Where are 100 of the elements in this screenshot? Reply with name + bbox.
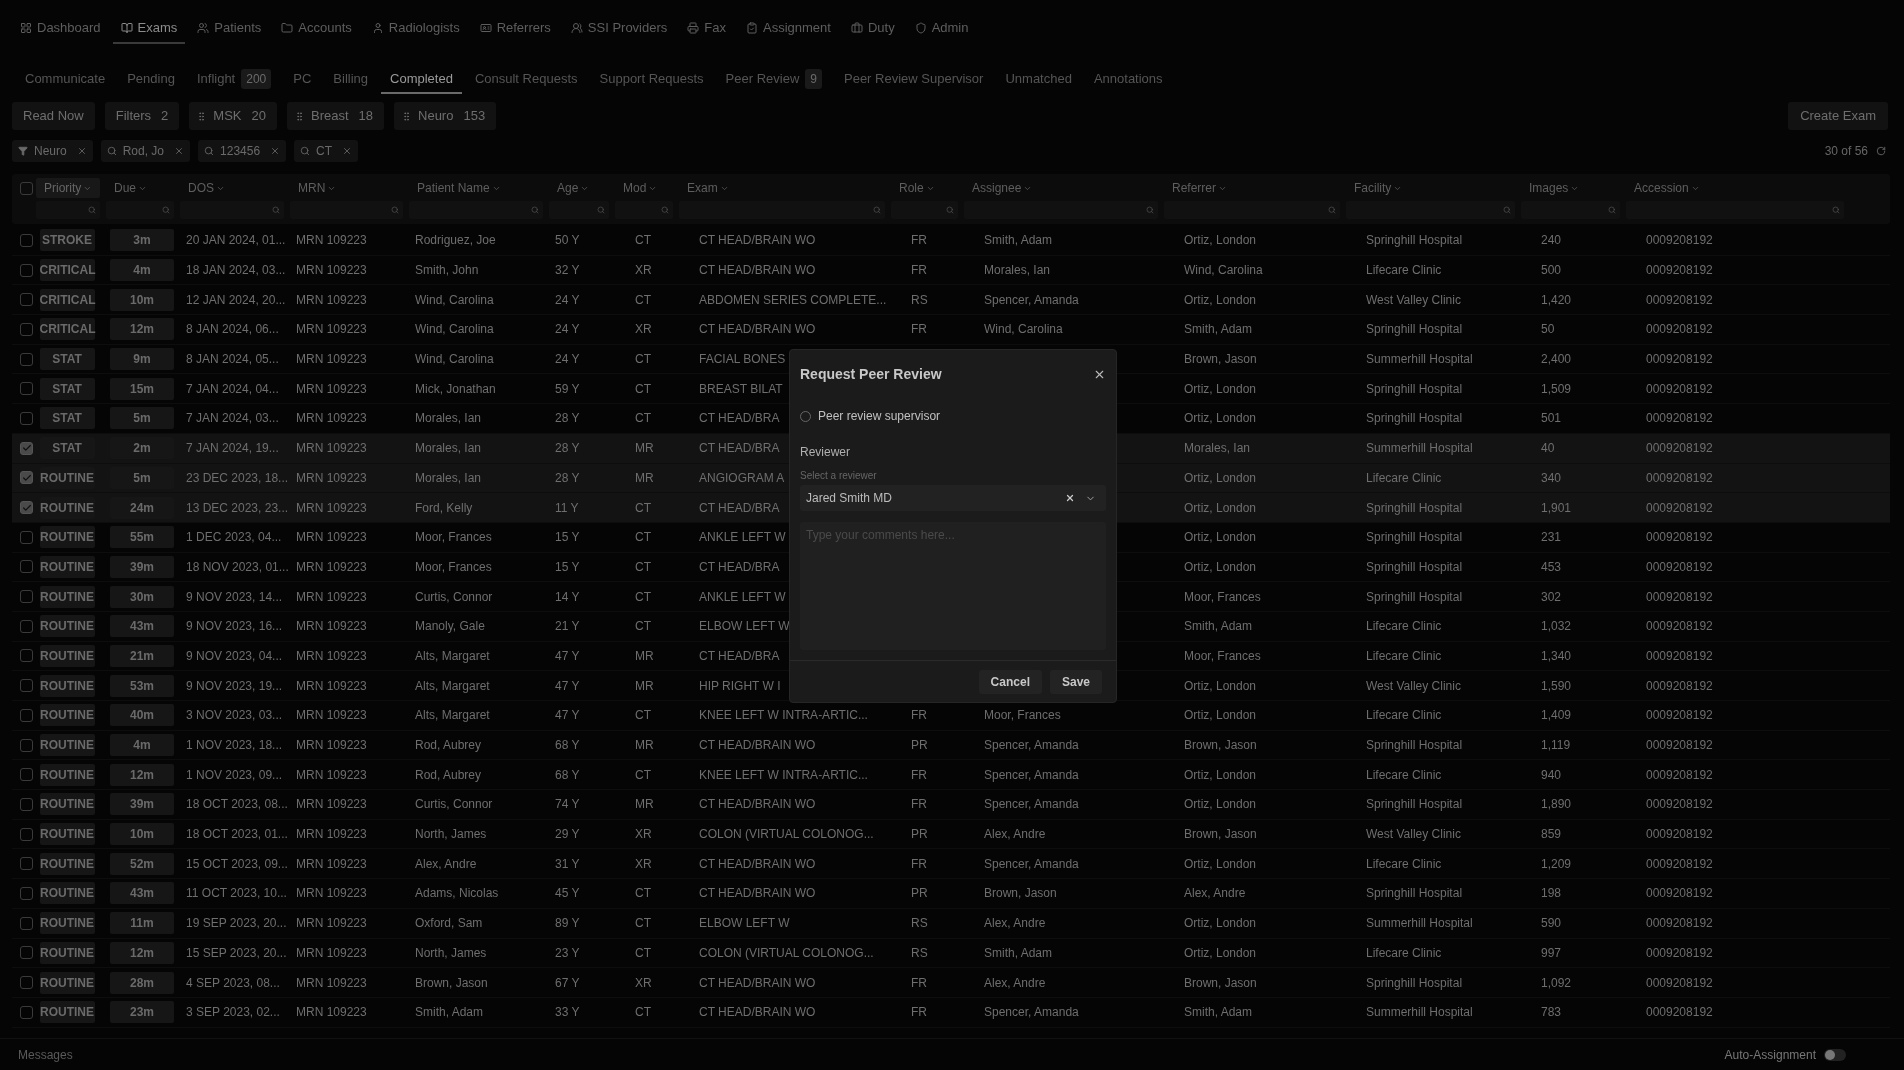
priority-badge: ROUTINE [39, 912, 95, 935]
table-cell: Summerhill Hospital [1366, 441, 1473, 456]
due-badge: 4m [110, 734, 174, 757]
table-cell: 24 Y [555, 352, 580, 367]
table-cell: CT [635, 559, 651, 574]
due-badge: 12m [110, 941, 174, 964]
table-cell: MR [635, 678, 654, 693]
table-cell: XR [635, 856, 652, 871]
table-cell: 0009208192 [1646, 916, 1713, 931]
priority-badge: STROKE [39, 229, 95, 252]
due-badge: 10m [110, 288, 174, 311]
table-cell: Springhill Hospital [1366, 381, 1463, 396]
filter-count: 153 [463, 107, 486, 126]
table-cell: MR [635, 738, 654, 753]
table-cell: Smith, John [415, 263, 479, 278]
table-cell: 0009208192 [1646, 559, 1713, 574]
due-badge: 12m [110, 763, 174, 786]
table-cell: Moor, Frances [1184, 589, 1261, 604]
table-cell: FR [911, 975, 927, 990]
table-cell: Smith, Adam [984, 945, 1053, 960]
table-cell: FR [911, 767, 927, 782]
table-cell: MRN 109223 [296, 648, 367, 663]
table-cell: Spencer, Amanda [984, 292, 1079, 307]
table-cell: BREAST BILAT [699, 381, 783, 396]
result-count: 30 of 56 [1824, 143, 1868, 160]
table-cell: 18 OCT 2023, 08... [186, 797, 288, 812]
table-cell: FR [911, 797, 927, 812]
table-cell: Springhill Hospital [1366, 738, 1463, 753]
table-cell: North, James [415, 827, 487, 842]
table-cell: 0009208192 [1646, 352, 1713, 367]
table-cell: 0009208192 [1646, 500, 1713, 515]
table-cell: North, James [415, 945, 487, 960]
priority-badge: ROUTINE [39, 526, 95, 549]
table-cell: MRN 109223 [296, 470, 367, 485]
table-cell: Morales, Ian [415, 411, 482, 426]
table-cell: CT HEAD/BRAIN WO [699, 738, 816, 753]
table-cell: 31 Y [555, 856, 580, 871]
table-cell: 47 Y [555, 708, 580, 723]
field-label: Select a reviewer [800, 469, 878, 483]
table-cell: Morales, Ian [415, 470, 482, 485]
table-cell: Smith, Adam [1184, 322, 1253, 337]
table-cell: CT HEAD/BRA [699, 411, 780, 426]
table-cell: MRN 109223 [296, 411, 367, 426]
priority-badge: STAT [39, 407, 95, 430]
due-badge: 10m [110, 823, 174, 846]
table-cell: FR [911, 856, 927, 871]
table-cell: 501 [1541, 411, 1562, 426]
table-cell: 1 NOV 2023, 09... [186, 767, 283, 782]
table-cell: Alts, Margaret [415, 678, 490, 693]
table-cell: 89 Y [555, 916, 580, 931]
filter-count: 2 [161, 107, 169, 126]
table-cell: 1,032 [1541, 619, 1572, 634]
priority-badge: STAT [39, 377, 95, 400]
table-cell: 590 [1541, 916, 1562, 931]
table-cell: 0009208192 [1646, 945, 1713, 960]
table-cell: Lifecare Clinic [1366, 708, 1442, 723]
section-title: Reviewer [800, 444, 851, 461]
due-badge: 53m [110, 674, 174, 697]
table-cell: Smith, Adam [984, 233, 1053, 248]
table-cell: Brown, Jason [415, 975, 488, 990]
filter-label: Breast [310, 107, 349, 126]
table-cell: 1,420 [1541, 292, 1572, 307]
table-cell: Summerhill Hospital [1366, 916, 1473, 931]
due-badge: 43m [110, 882, 174, 905]
table-cell: West Valley Clinic [1366, 678, 1461, 693]
table-cell: 68 Y [555, 738, 580, 753]
table-cell: Ortiz, London [1184, 856, 1257, 871]
table-cell: RS [911, 916, 928, 931]
table-cell: MRN 109223 [296, 767, 367, 782]
table-cell: MRN 109223 [296, 352, 367, 367]
table-cell: MRN 109223 [296, 233, 367, 248]
table-cell: Mick, Jonathan [415, 381, 496, 396]
due-badge: 39m [110, 555, 174, 578]
table-cell: Moor, Frances [415, 530, 492, 545]
table-cell: 9 NOV 2023, 16... [186, 619, 283, 634]
table-cell: 24 Y [555, 322, 580, 337]
table-cell: Morales, Ian [984, 263, 1051, 278]
table-cell: 0009208192 [1646, 470, 1713, 485]
table-cell: CT [635, 352, 651, 367]
priority-badge: ROUTINE [39, 793, 95, 816]
table-cell: MRN 109223 [296, 916, 367, 931]
table-cell: ELBOW LEFT W [699, 916, 790, 931]
table-cell: 15 Y [555, 559, 580, 574]
due-badge: 23m [110, 1001, 174, 1024]
table-cell: CT [635, 619, 651, 634]
table-cell: PR [911, 827, 928, 842]
table-cell: MRN 109223 [296, 559, 367, 574]
table-cell: CT HEAD/BRA [699, 559, 780, 574]
table-cell: MRN 109223 [296, 530, 367, 545]
table-cell: 0009208192 [1646, 411, 1713, 426]
auto-assignment-label: Auto-Assignment [1724, 1046, 1816, 1064]
table-cell: Wind, Carolina [984, 322, 1063, 337]
table-cell: 19 SEP 2023, 20... [186, 916, 287, 931]
table-cell: 14 Y [555, 589, 580, 604]
table-cell: XR [635, 827, 652, 842]
table-cell: 453 [1541, 559, 1562, 574]
table-cell: Lifecare Clinic [1366, 470, 1442, 485]
table-cell: CT [635, 886, 651, 901]
table-cell: Spencer, Amanda [984, 738, 1079, 753]
table-cell: 32 Y [555, 263, 580, 278]
